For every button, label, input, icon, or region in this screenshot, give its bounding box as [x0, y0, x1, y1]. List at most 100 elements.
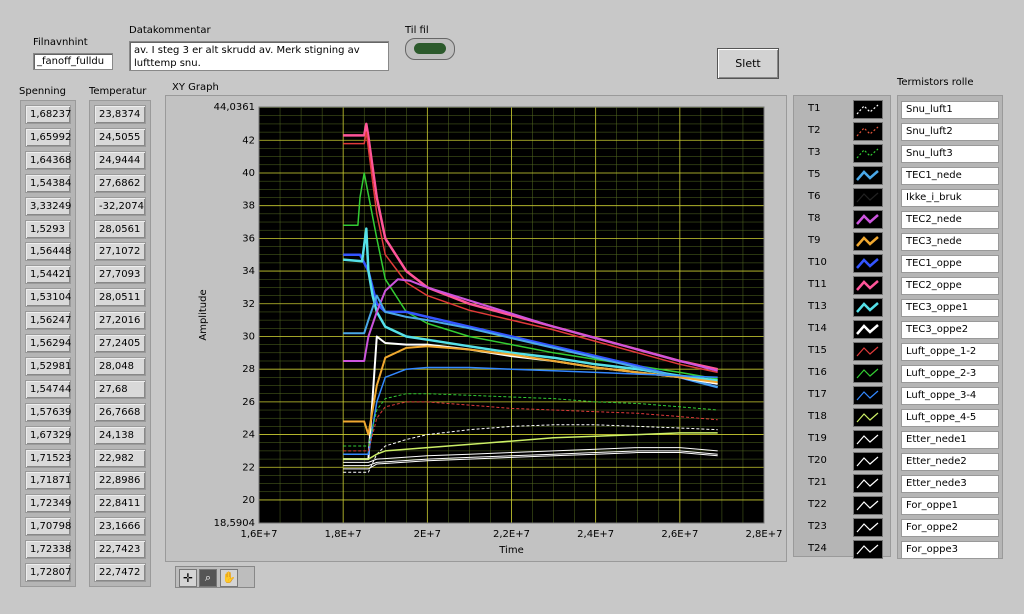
role-field[interactable]: For_oppe3 [901, 541, 999, 559]
legend-name: T24 [808, 543, 827, 554]
spenning-value: 1,54384 [25, 173, 71, 193]
temperatur-value: 27,7093 [94, 265, 146, 285]
role-field[interactable]: For_oppe1 [901, 497, 999, 515]
roles-array: Snu_luft1 Snu_luft2 Snu_luft3 TEC1_nede Ikke… [897, 95, 1003, 559]
legend-swatch[interactable] [853, 364, 883, 383]
x-tick-label: 2,6E+7 [661, 529, 698, 540]
x-tick-label: 1,6E+7 [241, 529, 278, 540]
role-field[interactable]: TEC1_oppe [901, 255, 999, 273]
zoom-icon[interactable]: ⌕ [199, 569, 217, 587]
temperatur-value: 27,68 [94, 379, 146, 399]
temperatur-value: 23,8374 [94, 105, 146, 124]
legend-name: T10 [808, 257, 827, 268]
role-field[interactable]: TEC1_nede [901, 167, 999, 185]
role-field[interactable]: TEC2_oppe [901, 277, 999, 295]
slett-button[interactable]: Slett [717, 48, 779, 79]
role-field[interactable]: Snu_luft2 [901, 123, 999, 141]
cursor-move-icon[interactable]: ✛ [179, 569, 197, 587]
legend-swatch[interactable] [853, 100, 883, 119]
x-axis-label: Time [498, 545, 523, 556]
legend-swatch[interactable] [853, 210, 883, 229]
temperatur-value: 24,5055 [94, 127, 146, 147]
spenning-label: Spenning [19, 86, 66, 97]
spenning-value: 1,56247 [25, 311, 71, 331]
plot-legend: T1 T2 T3 T5 T6 T8 T9 T10 T11 T13 T14 T15 T16 T17 T18 T1… [793, 95, 891, 559]
legend-name: T11 [808, 279, 827, 290]
role-field[interactable]: TEC3_nede [901, 233, 999, 251]
temperatur-value: 22,7472 [94, 563, 146, 582]
legend-swatch[interactable] [853, 408, 883, 427]
filnavnhint-label: Filnavnhint [33, 37, 88, 48]
temperatur-value: 27,1072 [94, 242, 146, 262]
role-field[interactable]: TEC3_oppe1 [901, 299, 999, 317]
spenning-value: 1,57639 [25, 402, 71, 422]
spenning-array: 1,68237 1,65992 1,64368 1,54384 3,33249 1,529… [20, 100, 76, 587]
role-field[interactable]: TEC2_nede [901, 211, 999, 229]
legend-swatch[interactable] [853, 298, 883, 317]
temperatur-value: 26,7668 [94, 402, 146, 422]
legend-swatch[interactable] [853, 254, 883, 273]
role-field[interactable]: Etter_nede2 [901, 453, 999, 471]
role-field[interactable]: For_oppe2 [901, 519, 999, 537]
y-tick-label: 38 [242, 201, 255, 212]
temperatur-value: 27,6862 [94, 173, 146, 193]
role-field[interactable]: Luft_oppe_3-4 [901, 387, 999, 405]
til-fil-label: Til fil [405, 25, 429, 36]
legend-name: T8 [808, 213, 821, 224]
legend-swatch[interactable] [853, 232, 883, 251]
legend-swatch[interactable] [853, 496, 883, 515]
xy-graph[interactable]: 44,036142403836343230282624222018,59041,… [166, 96, 786, 561]
role-field[interactable]: Snu_luft1 [901, 101, 999, 119]
role-field[interactable]: Luft_oppe_4-5 [901, 409, 999, 427]
spenning-value: 1,5293 [25, 219, 71, 239]
pan-hand-icon[interactable]: ✋ [220, 569, 238, 587]
y-tick-label: 18,5904 [214, 518, 255, 529]
legend-swatch[interactable] [853, 166, 883, 185]
spenning-value: 1,54744 [25, 379, 71, 399]
spenning-value: 1,64368 [25, 150, 71, 170]
role-field[interactable]: Etter_nede3 [901, 475, 999, 493]
legend-swatch[interactable] [853, 518, 883, 537]
temperatur-value: 28,0511 [94, 288, 146, 308]
legend-swatch[interactable] [853, 540, 883, 559]
spenning-value: 1,72349 [25, 494, 71, 514]
y-tick-label: 26 [242, 397, 255, 408]
spenning-value: 1,56448 [25, 242, 71, 262]
datakommentar-field[interactable]: av. I steg 3 er alt skrudd av. Merk stig… [129, 41, 389, 71]
legend-name: T22 [808, 499, 827, 510]
legend-swatch[interactable] [853, 386, 883, 405]
legend-swatch[interactable] [853, 342, 883, 361]
role-field[interactable]: Luft_oppe_1-2 [901, 343, 999, 361]
temperatur-value: -32,2074 [94, 196, 146, 216]
legend-name: T21 [808, 477, 827, 488]
legend-name: T19 [808, 433, 827, 444]
y-tick-label: 42 [242, 135, 255, 146]
role-field[interactable]: Etter_nede1 [901, 431, 999, 449]
legend-swatch[interactable] [853, 188, 883, 207]
temperatur-value: 28,048 [94, 356, 146, 376]
role-field[interactable]: Luft_oppe_2-3 [901, 365, 999, 383]
temperatur-value: 22,7423 [94, 540, 146, 560]
legend-swatch[interactable] [853, 320, 883, 339]
legend-swatch[interactable] [853, 144, 883, 163]
temperatur-value: 27,2405 [94, 334, 146, 353]
legend-swatch[interactable] [853, 276, 883, 295]
legend-swatch[interactable] [853, 430, 883, 449]
legend-name: T20 [808, 455, 827, 466]
legend-swatch[interactable] [853, 474, 883, 493]
role-field[interactable]: TEC3_oppe2 [901, 321, 999, 339]
role-field[interactable]: Ikke_i_bruk [901, 189, 999, 207]
legend-name: T14 [808, 323, 827, 334]
til-fil-toggle[interactable] [405, 38, 455, 60]
legend-swatch[interactable] [853, 122, 883, 141]
temperatur-value: 24,9444 [94, 150, 146, 170]
temperatur-value: 23,1666 [94, 517, 146, 537]
legend-swatch[interactable] [853, 452, 883, 471]
x-tick-label: 2E+7 [414, 529, 441, 540]
x-tick-label: 1,8E+7 [325, 529, 362, 540]
role-field[interactable]: Snu_luft3 [901, 145, 999, 163]
y-axis-label: Amplitude [198, 289, 209, 340]
filnavnhint-field[interactable]: _fanoff_fulldu [33, 53, 113, 70]
temperatur-value: 24,138 [94, 425, 146, 445]
y-tick-label: 22 [242, 462, 255, 473]
